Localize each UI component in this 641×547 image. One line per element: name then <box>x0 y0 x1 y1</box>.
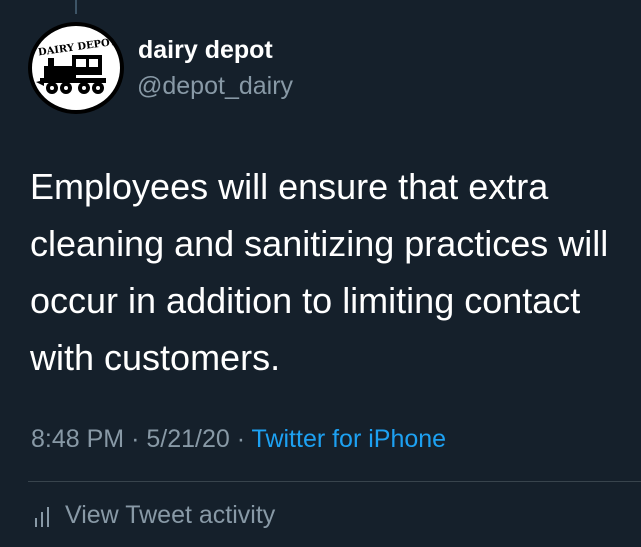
tweet-meta: 8:48 PM · 5/21/20 · Twitter for iPhone <box>31 425 446 454</box>
view-tweet-activity-label: View Tweet activity <box>65 501 276 529</box>
display-name[interactable]: dairy depot <box>138 36 273 65</box>
meta-separator: · <box>236 425 246 453</box>
user-handle[interactable]: @depot_dairy <box>137 72 293 101</box>
tweet-time: 8:48 PM <box>31 425 125 453</box>
thread-connector-line <box>75 0 77 14</box>
meta-separator: · <box>131 425 140 453</box>
tweet-text: Employees will ensure that extra cleanin… <box>30 166 609 378</box>
tweet-date[interactable]: 5/21/20 <box>146 425 229 453</box>
view-tweet-activity-button[interactable]: View Tweet activity <box>31 501 275 530</box>
avatar[interactable]: DAIRY DEPOT <box>28 22 124 114</box>
divider <box>28 481 641 482</box>
bar-chart-icon <box>35 506 49 527</box>
dairy-depot-logo-icon: DAIRY DEPOT <box>32 26 120 110</box>
tweet-source-link[interactable]: Twitter for iPhone <box>252 425 447 453</box>
